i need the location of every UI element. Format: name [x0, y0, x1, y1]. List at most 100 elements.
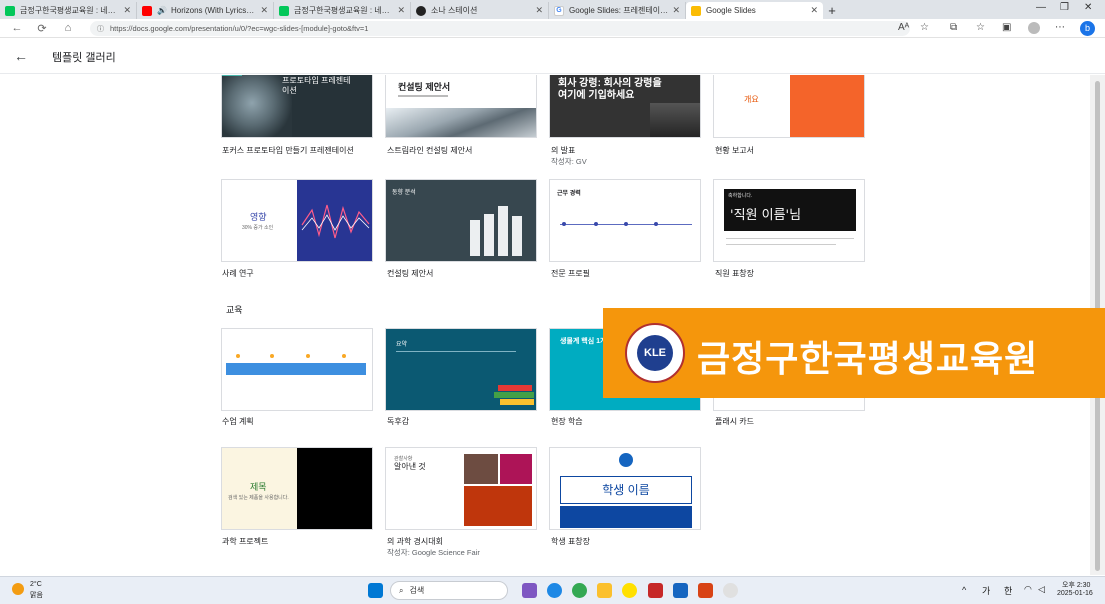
bar: [470, 220, 480, 256]
weather-icon[interactable]: [12, 583, 24, 595]
template-thumbnail[interactable]: 근무 경력: [549, 179, 701, 262]
browser-tab-strip: 금정구한국평생교육원 : 네이버 ✕ 🔊 Horizons (With Lyrics…: [0, 0, 1105, 19]
template-label[interactable]: 의 발표: [551, 145, 575, 156]
powerpoint-icon[interactable]: [698, 583, 713, 598]
close-tab-icon[interactable]: ✕: [535, 5, 543, 16]
browser-tab[interactable]: 소나 스테이션 ✕: [411, 2, 549, 19]
template-label[interactable]: 의 과학 경시대회: [387, 536, 443, 547]
timeline-dot: [654, 222, 658, 226]
clock-time[interactable]: 오후 2:30: [1062, 580, 1090, 590]
search-icon: ⌕: [399, 585, 404, 595]
app-icon[interactable]: [673, 583, 688, 598]
url-field[interactable]: ⓘ https://docs.google.com/presentation/u/…: [90, 21, 910, 36]
app-icon[interactable]: [723, 583, 738, 598]
kakaotalk-icon[interactable]: [622, 583, 637, 598]
browser-tab-active[interactable]: Google Slides ✕: [686, 2, 823, 19]
home-icon[interactable]: ⌂: [56, 22, 80, 34]
close-tab-icon[interactable]: ✕: [123, 5, 131, 16]
collections-icon[interactable]: ▣: [1002, 22, 1011, 33]
file-explorer-icon[interactable]: [597, 583, 612, 598]
template-thumbnail[interactable]: 관찰사항 알아낸 것: [385, 447, 537, 530]
template-thumbnail[interactable]: 요약: [385, 328, 537, 411]
template-label[interactable]: 현장 학습: [551, 416, 583, 427]
template-thumbnail[interactable]: [221, 328, 373, 411]
template-label[interactable]: 수업 계획: [222, 416, 254, 427]
read-aloud-icon[interactable]: Aᴬ: [898, 22, 909, 33]
thumbnail-title: 요약: [396, 342, 408, 348]
refresh-icon[interactable]: ⟳: [30, 22, 54, 35]
windows-start-icon[interactable]: [368, 583, 383, 598]
thumbnail-title: '직원 이름'님: [730, 208, 802, 223]
back-nav-icon[interactable]: ←: [5, 22, 29, 34]
thumbnail-title: 회사 강령: 회사의 강령을 여기에 기입하세요: [558, 78, 662, 101]
template-thumbnail[interactable]: 축하합니다. '직원 이름'님: [713, 179, 865, 262]
template-label[interactable]: 과학 프로젝트: [222, 536, 268, 547]
template-thumbnail[interactable]: 동향 분석: [385, 179, 537, 262]
close-tab-icon[interactable]: ✕: [672, 5, 680, 16]
thumbnail-caption: 축하합니다.: [728, 193, 753, 199]
app-icon[interactable]: [648, 583, 663, 598]
section-title: 교육: [226, 305, 243, 315]
app-icon[interactable]: [522, 583, 537, 598]
thumbnail-line: [726, 244, 836, 245]
ime-mode[interactable]: 가: [982, 584, 990, 597]
close-tab-icon[interactable]: ✕: [397, 5, 405, 16]
template-label[interactable]: 포커스 프로토타입 만들기 프레젠테이션: [222, 145, 354, 156]
close-window-icon[interactable]: ✕: [1084, 2, 1092, 13]
timeline-dot: [342, 354, 346, 358]
more-icon[interactable]: ⋯: [1055, 22, 1065, 33]
template-thumbnail[interactable]: 영향 30% 증가 소인: [221, 179, 373, 262]
browser-tab[interactable]: 금정구한국평생교육원 : 네이버 ✕: [274, 2, 411, 19]
template-label[interactable]: 직원 표창장: [715, 268, 754, 279]
timeline-dot: [562, 222, 566, 226]
template-thumbnail[interactable]: 제목 검색 있는 제품을 사용합니다.: [221, 447, 373, 530]
bing-copilot-icon[interactable]: b: [1080, 21, 1095, 36]
template-thumbnail[interactable]: 학생 이름: [549, 447, 701, 530]
clock-date[interactable]: 2025-01-16: [1057, 590, 1093, 597]
browser-tab[interactable]: 금정구한국평생교육원 : 네이버 ✕: [0, 2, 137, 19]
profile-avatar[interactable]: [1028, 22, 1040, 34]
mountain-image: [386, 108, 536, 137]
template-thumbnail[interactable]: 컨설팅 제안서: [385, 75, 537, 138]
thumbnail-title: 동향 분석: [392, 190, 416, 196]
volume-icon[interactable]: ◁: [1038, 584, 1045, 595]
favorites-icon[interactable]: ☆: [976, 22, 985, 33]
template-label[interactable]: 컨설팅 제안서: [387, 268, 433, 279]
back-arrow-icon[interactable]: ←: [14, 48, 28, 64]
template-author: 작성자: GV: [551, 157, 587, 166]
template-label[interactable]: 스트림라인 컨설팅 제안서: [387, 145, 472, 156]
template-label[interactable]: 현황 보고서: [715, 145, 754, 156]
thumbnail-line: [396, 351, 516, 352]
google-favicon-icon: G: [554, 5, 564, 16]
template-label[interactable]: 독후감: [387, 416, 409, 427]
ime-lang[interactable]: 한: [1004, 584, 1012, 597]
audio-playing-icon[interactable]: 🔊: [157, 6, 167, 15]
address-bar-row: ← ⟳ ⌂ ⓘ https://docs.google.com/presentat…: [0, 19, 1105, 38]
chrome-icon[interactable]: [572, 583, 587, 598]
template-label[interactable]: 학생 표창장: [551, 536, 590, 547]
maximize-icon[interactable]: ❐: [1060, 2, 1069, 13]
template-thumbnail[interactable]: 개요: [713, 75, 865, 138]
edge-icon[interactable]: [547, 583, 562, 598]
photo: [500, 454, 532, 484]
minimize-icon[interactable]: —: [1036, 2, 1046, 13]
template-label[interactable]: 사례 연구: [222, 268, 254, 279]
favorite-icon[interactable]: ☆: [920, 22, 929, 33]
taskbar-search[interactable]: ⌕ 검색: [390, 581, 508, 600]
template-thumbnail[interactable]: 회사 강령: 회사의 강령을 여기에 기입하세요: [549, 75, 701, 138]
thumbnail-subtitle: 검색 있는 제품을 사용합니다.: [228, 495, 289, 501]
template-label[interactable]: 플래시 카드: [715, 416, 754, 427]
close-tab-icon[interactable]: ✕: [810, 5, 818, 16]
browser-tab[interactable]: G Google Slides: 프레젠테이션 슬 ✕: [549, 2, 686, 19]
template-label[interactable]: 전문 프로필: [551, 268, 590, 279]
new-tab-button[interactable]: +: [823, 2, 841, 19]
extensions-icon[interactable]: ⧉: [950, 22, 957, 33]
thumbnail-title: 생물계 핵심 1개: [560, 338, 607, 345]
close-tab-icon[interactable]: ✕: [260, 5, 268, 16]
wifi-icon[interactable]: ◠: [1024, 584, 1032, 595]
logo-text: KLE: [637, 335, 673, 371]
chevron-up-icon[interactable]: ^: [962, 585, 966, 595]
bar: [484, 214, 494, 256]
browser-tab[interactable]: 🔊Horizons (With Lyrics) - Mu ✕: [137, 2, 274, 19]
template-thumbnail[interactable]: 프로토타입 프레젠테이션: [221, 75, 373, 138]
